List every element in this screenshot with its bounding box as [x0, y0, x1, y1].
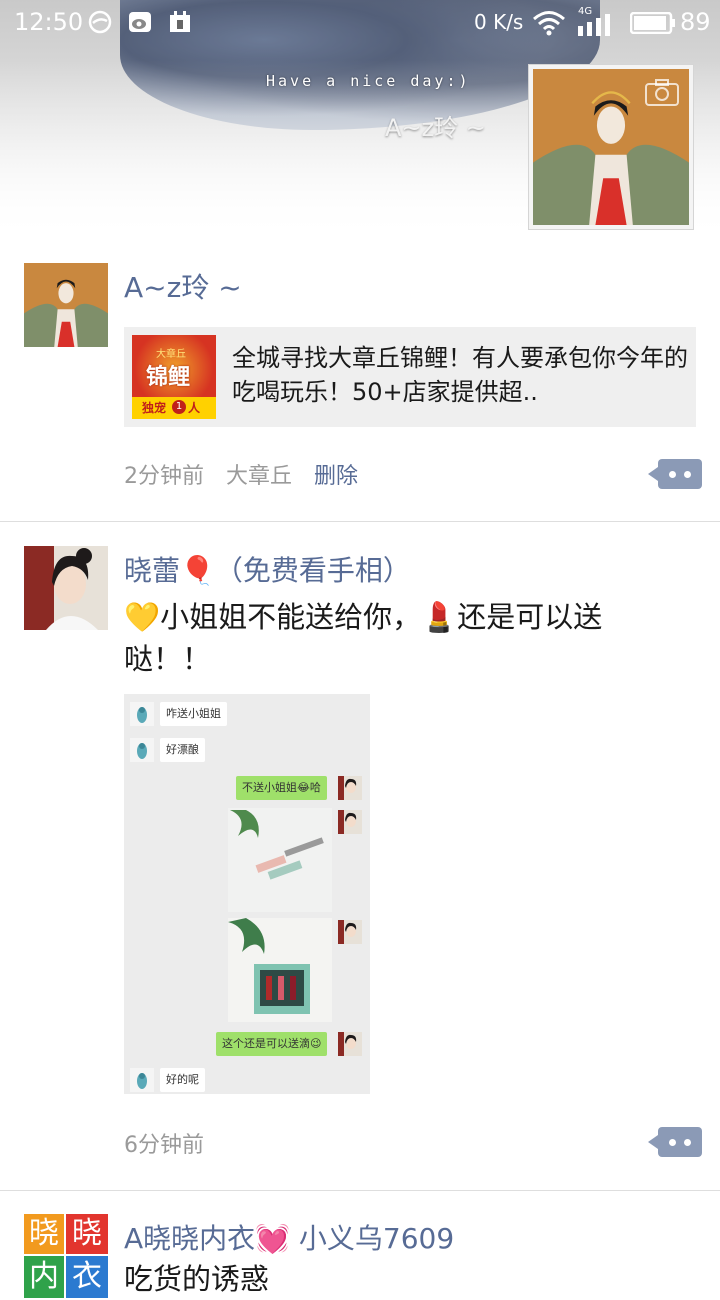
comment-button[interactable]: [648, 459, 702, 489]
post-author-name[interactable]: A晓晓内衣💓 小义乌7609: [124, 1217, 454, 1257]
post-location[interactable]: 大章丘: [226, 464, 292, 489]
avatar-photo: [24, 546, 108, 630]
post-divider: [0, 521, 720, 522]
chat-message: 这个还是可以送滴😉: [216, 1032, 328, 1056]
chat-avatar: [130, 702, 154, 726]
cover-caption: Have a nice day:): [266, 72, 471, 90]
post-time: 6分钟前: [124, 1133, 204, 1158]
browser-icon: [88, 10, 112, 34]
chat-avatar: [130, 738, 154, 762]
post-avatar[interactable]: [24, 546, 108, 630]
chat-message: 好漂酿: [160, 738, 205, 762]
camera-icon[interactable]: [645, 78, 679, 106]
chat-avatar: [130, 1068, 154, 1092]
chat-photo: [228, 918, 332, 1022]
post-avatar[interactable]: 晓 晓 内 衣: [24, 1214, 108, 1298]
post-meta: 6分钟前: [124, 1127, 204, 1159]
battery-icon: [630, 12, 675, 34]
wifi-icon: [533, 11, 565, 36]
post-divider: [0, 1190, 720, 1191]
link-thumbnail: 大章丘 锦鲤 独宠 1 人: [132, 335, 216, 419]
comment-dot: [684, 1139, 691, 1146]
network-speed: 0 K/s: [474, 10, 524, 34]
post-time: 2分钟前: [124, 464, 204, 489]
calendar-icon: [170, 11, 190, 32]
comment-dot: [684, 471, 691, 478]
comment-dot: [669, 1139, 676, 1146]
chat-message: 咋送小姐姐: [160, 702, 227, 726]
signal-icon: [578, 14, 610, 36]
post-text: 💛小姐姐不能送给你，💄还是可以送哒！！: [124, 600, 603, 676]
post-author-name[interactable]: 晓蕾🎈（免费看手相）: [124, 549, 411, 589]
weibo-icon: [129, 12, 151, 32]
post-meta: 2分钟前 大章丘 删除: [124, 458, 358, 490]
delete-button[interactable]: 删除: [314, 464, 358, 489]
post-text: 吃货的诱惑: [124, 1262, 270, 1296]
post-avatar[interactable]: [24, 263, 108, 347]
post-author-name[interactable]: A~z玲 ~: [124, 266, 242, 306]
chat-photo: [228, 808, 332, 912]
chat-message: 不送小姐姐😂哈: [236, 776, 327, 800]
chat-message: 好的呢: [160, 1068, 205, 1092]
cover-user-name: A~z玲 ~: [385, 114, 486, 142]
link-title: 全城寻找大章丘锦鲤！有人要承包你今年的吃喝玩乐！50+店家提供超..: [232, 344, 688, 406]
battery-level: 89: [680, 8, 711, 36]
chat-avatar: [338, 776, 362, 800]
chat-avatar: [338, 810, 362, 834]
chat-avatar: [338, 1032, 362, 1056]
comment-dot: [669, 471, 676, 478]
comment-button[interactable]: [648, 1127, 702, 1157]
status-bar: 12:50 0 K/s 4G 89: [0, 0, 720, 44]
post-image[interactable]: 咋送小姐姐 好漂酿 不送小姐姐😂哈 这个还是可以送滴😉 好的呢: [124, 694, 370, 1094]
status-time: 12:50: [14, 8, 84, 36]
avatar-illustration: [24, 263, 108, 347]
shared-link-card[interactable]: 大章丘 锦鲤 独宠 1 人 全城寻找大章丘锦鲤！有人要承包你今年的吃喝玩乐！50…: [124, 327, 696, 427]
chat-avatar: [338, 920, 362, 944]
